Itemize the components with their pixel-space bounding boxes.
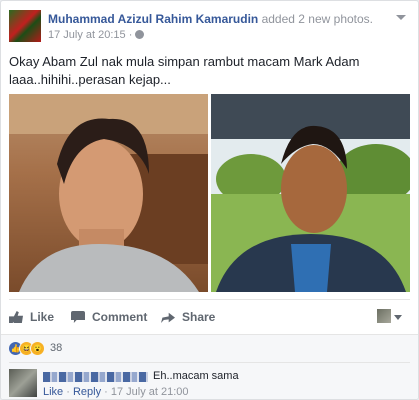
comment-text: Eh..macam sama — [153, 370, 239, 382]
post-options-chevron-icon[interactable] — [396, 15, 406, 20]
reactions-comments-area: 👍 😆 😮 38 Eh..macam sama Like · Reply · 1… — [1, 334, 418, 399]
share-arrow-icon — [161, 312, 175, 323]
thumbs-up-icon — [9, 311, 23, 323]
author-name-link[interactable]: Muhammad Azizul Rahim Kamarudin — [48, 12, 258, 26]
divider — [9, 362, 410, 363]
post-action-text: added 2 new photos. — [258, 12, 374, 26]
comment-label: Comment — [92, 310, 148, 324]
audience-chevron-icon[interactable] — [394, 315, 402, 320]
like-button[interactable]: Like — [9, 307, 54, 327]
viewer-avatar[interactable] — [377, 309, 391, 323]
post-text-line: laaa..hihihi..perasan kejap... — [9, 72, 171, 87]
post-text: Okay Abam Zul nak mula simpan rambut mac… — [9, 53, 409, 89]
share-label: Share — [182, 310, 216, 324]
globe-icon[interactable] — [135, 30, 145, 39]
post-timestamp[interactable]: 17 July at 20:15 — [48, 29, 126, 41]
comment-button[interactable]: Comment — [71, 307, 147, 327]
post-meta: 17 July at 20:15 · — [48, 29, 145, 41]
comment-like-link[interactable]: Like — [43, 386, 63, 398]
meta-separator: · — [101, 386, 111, 398]
comment-icon — [71, 311, 85, 323]
photo-left[interactable] — [9, 94, 208, 292]
divider — [9, 299, 410, 300]
meta-separator: · — [125, 29, 136, 41]
commenter-name-redacted[interactable] — [43, 372, 148, 382]
comment-timestamp[interactable]: 17 July at 21:00 — [111, 386, 189, 398]
post-text-line: Okay Abam Zul nak mula simpan rambut mac… — [9, 54, 360, 69]
wow-reaction-icon[interactable]: 😮 — [30, 341, 45, 356]
photo-right-image — [211, 94, 410, 292]
photo-left-image — [9, 94, 208, 292]
meta-separator: · — [63, 386, 73, 398]
comment-reply-link[interactable]: Reply — [73, 386, 101, 398]
like-label: Like — [30, 310, 55, 324]
author-avatar[interactable] — [9, 10, 41, 42]
share-button[interactable]: Share — [161, 307, 215, 327]
comment-meta: Like · Reply · 17 July at 21:00 — [43, 386, 189, 398]
post-header: Muhammad Azizul Rahim Kamarudin added 2 … — [48, 12, 373, 26]
photo-right[interactable] — [211, 94, 410, 292]
commenter-avatar[interactable] — [9, 369, 37, 397]
reaction-count[interactable]: 38 — [50, 342, 62, 354]
post-card: Muhammad Azizul Rahim Kamarudin added 2 … — [0, 0, 419, 400]
